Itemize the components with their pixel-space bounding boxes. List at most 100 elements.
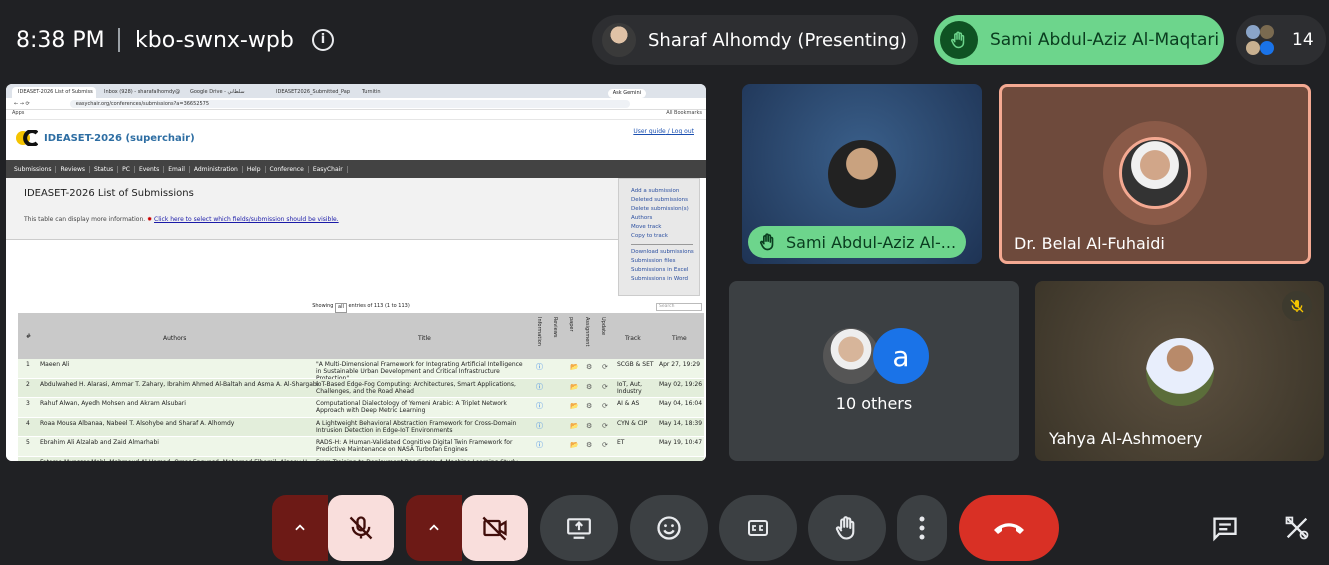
presenter-chip[interactable]: Sharaf Alhomdy (Presenting) [592,15,918,65]
assign-icon[interactable]: ⚙ [586,422,592,430]
table-search-input[interactable]: Search [656,303,702,311]
col-track[interactable]: Track [625,335,641,342]
header-links: User guide / Log out [633,128,694,135]
side-link[interactable]: Submission files [631,257,699,266]
info-icon[interactable]: ⓘ [536,364,543,371]
update-icon[interactable]: ⟳ [602,422,608,430]
assign-icon[interactable]: ⚙ [586,364,592,371]
more-options-button[interactable] [897,495,947,561]
side-link[interactable]: Submissions in Word [631,275,699,284]
mic-toggle-button[interactable] [328,495,394,561]
apps-bookmark[interactable]: Apps [12,110,24,116]
menu-item[interactable]: Help [243,165,266,173]
easychair-body: IDEASET-2026 List of Submissions This ta… [6,178,706,461]
col-information[interactable]: Information [536,317,542,346]
assign-icon[interactable]: ⚙ [586,442,592,449]
menu-item[interactable]: Conference [266,165,309,173]
assign-icon[interactable]: ⚙ [586,383,592,391]
table-row[interactable]: 5 Ebrahim Ali Alzalab and Zaid Almarhabi R… [18,437,704,457]
menu-item[interactable]: EasyChair [309,165,348,173]
update-icon[interactable]: ⟳ [602,442,608,449]
update-icon[interactable]: ⟳ [602,383,608,391]
side-link[interactable]: Move track [631,223,699,232]
table-row[interactable]: 4 Roaa Mousa Albanaa, Nabeel T. Alsohybe … [18,417,704,437]
folder-icon[interactable]: 📂 [570,422,579,430]
menu-item[interactable]: Email [164,165,190,173]
table-row[interactable]: 3 Rahuf Alwan, Ayedh Mohsen and Akram Als… [18,398,704,418]
camera-options-button[interactable] [406,495,462,561]
url-field[interactable]: easychair.org/conferences/submissions?a=… [69,99,630,108]
participant-tile-others[interactable]: a 10 others [729,281,1019,461]
side-link[interactable]: Deleted submissions [631,196,699,205]
folder-icon[interactable]: 📂 [570,403,579,410]
nav-icons[interactable]: ← → ⟳ [14,101,30,107]
browser-tab[interactable]: Inbox (928) - sharafalhomdy@ [98,87,182,98]
menu-item[interactable]: Administration [190,165,243,173]
all-bookmarks[interactable]: All Bookmarks [666,110,702,116]
side-link[interactable]: Submissions in Excel [631,266,699,275]
folder-icon[interactable]: 📂 [570,442,579,449]
raise-hand-button[interactable] [808,495,886,561]
col-assignment[interactable]: Assignment [584,317,590,346]
col-paper[interactable]: paper [568,317,574,332]
info-icon[interactable]: ⓘ [536,442,543,449]
row-authors: Abdulwahed H. Alarasi, Ammar T. Zahary, … [40,380,319,388]
browser-tab[interactable]: IDEASET-2026 List of Submiss [12,87,96,98]
menu-item[interactable]: Status [90,165,119,173]
ask-gemini-button[interactable]: Ask Gemini [607,89,646,98]
info-icon[interactable]: ⓘ [536,383,543,391]
table-row[interactable]: 1 Maeen Ali "A Multi-Dimensional Framework… [18,359,704,382]
participants-chip[interactable]: 14 [1236,15,1326,65]
col-reviews[interactable]: Reviews [552,317,558,337]
chat-button[interactable] [1200,495,1250,561]
col-time[interactable]: Time [672,335,687,342]
menu-item[interactable]: PC [118,165,135,173]
raised-hand-label: Sami Abdul-Aziz Al-Maqtari [990,30,1220,50]
side-link[interactable]: Add a submission [631,187,699,196]
user-guide-link[interactable]: User guide [633,128,665,135]
select-fields-link[interactable]: Click here to select which fields/submis… [154,216,339,223]
side-link[interactable]: Download submissions [631,248,699,257]
present-button[interactable] [540,495,618,561]
tile-name: Dr. Belal Al-Fuhaidi [1014,234,1165,253]
table-row[interactable]: Fatema Munssar Mahl, Mahmoud Al-Hamad, O… [18,456,704,461]
showing-select[interactable]: all [335,303,347,313]
row-time: May 19, 10:47 [659,439,703,446]
update-icon[interactable]: ⟳ [602,364,608,371]
camera-toggle-button[interactable] [462,495,528,561]
menu-item[interactable]: Submissions [10,165,57,173]
captions-icon [748,520,768,536]
captions-button[interactable] [719,495,797,561]
assign-icon[interactable]: ⚙ [586,403,592,410]
folder-icon[interactable]: 📂 [570,383,579,391]
reactions-button[interactable] [630,495,708,561]
side-link[interactable]: Delete submission(s) [631,205,699,214]
info-icon[interactable]: ⓘ [536,403,543,410]
info-icon[interactable]: ⓘ [536,422,543,430]
participant-tile-belal[interactable]: Dr. Belal Al-Fuhaidi [999,84,1311,264]
folder-icon[interactable]: 📂 [570,364,579,371]
leave-call-button[interactable] [959,495,1059,561]
col-num[interactable]: # [26,333,31,340]
raised-hand-chip[interactable]: Sami Abdul-Aziz Al-Maqtari [934,15,1224,65]
mic-options-button[interactable] [272,495,328,561]
side-menu: Add a submission Deleted submissions Del… [618,178,700,296]
browser-tab[interactable]: IDEASET2026_Submitted_Pap [270,87,354,98]
side-link[interactable]: Copy to track [631,232,699,241]
col-authors[interactable]: Authors [163,335,186,342]
activities-button[interactable] [1272,495,1322,561]
table-row[interactable]: 2 Abdulwahed H. Alarasi, Ammar T. Zahary,… [18,378,704,398]
browser-tab[interactable]: Google Drive - سلطاني [184,87,268,98]
side-link[interactable]: Authors [631,214,699,223]
col-update[interactable]: Update [600,317,606,335]
update-icon[interactable]: ⟳ [602,403,608,410]
col-title[interactable]: Title [418,335,431,342]
menu-item[interactable]: Reviews [56,165,90,173]
logout-link[interactable]: Log out [672,128,694,135]
menu-item[interactable]: Events [135,165,165,173]
participant-tile-sami[interactable]: Sami Abdul-Aziz Al-... [742,84,982,264]
raised-hand-label: Sami Abdul-Aziz Al-... [748,226,966,258]
participant-tile-yahya[interactable]: Yahya Al-Ashmoery [1035,281,1324,461]
info-icon[interactable]: i [312,29,334,51]
browser-tab[interactable]: Turnitin [356,87,440,98]
